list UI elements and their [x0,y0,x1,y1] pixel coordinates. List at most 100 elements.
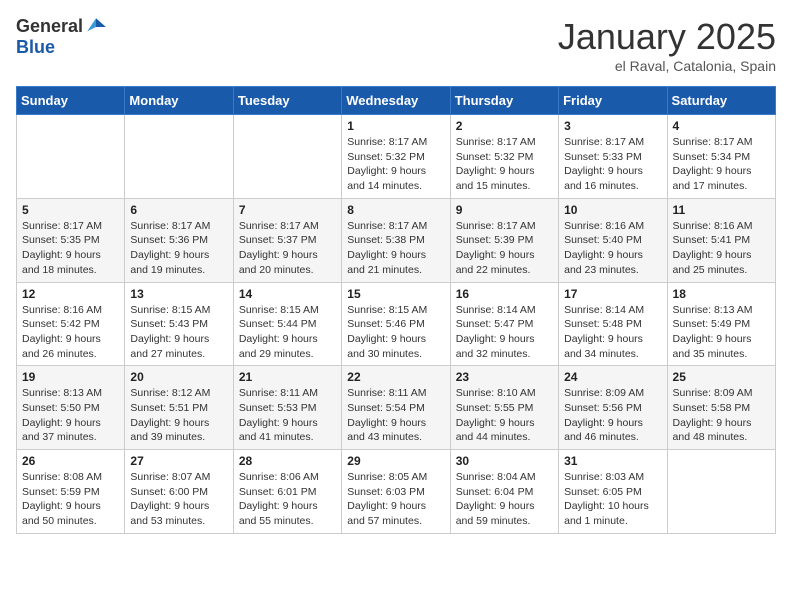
day-number: 24 [564,370,661,384]
day-cell: 20 Sunrise: 8:12 AM Sunset: 5:51 PM Dayli… [125,366,233,450]
day-cell: 19Sunrise: 8:13 AM Sunset: 5:50 PM Dayli… [17,366,125,450]
day-cell: 18 Sunrise: 8:13 AM Sunset: 5:49 PM Dayli… [667,282,775,366]
day-info: Sunrise: 8:16 AM Sunset: 5:42 PM Dayligh… [22,303,119,362]
weekday-header-monday: Monday [125,87,233,115]
day-cell: 8 Sunrise: 8:17 AM Sunset: 5:38 PM Daylig… [342,198,450,282]
day-cell: 1 Sunrise: 8:17 AM Sunset: 5:32 PM Daylig… [342,115,450,199]
weekday-header-saturday: Saturday [667,87,775,115]
day-info: Sunrise: 8:06 AM Sunset: 6:01 PM Dayligh… [239,470,336,529]
day-info: Sunrise: 8:10 AM Sunset: 5:55 PM Dayligh… [456,386,553,445]
day-number: 27 [130,454,227,468]
day-cell: 28Sunrise: 8:06 AM Sunset: 6:01 PM Dayli… [233,450,341,534]
day-cell: 10 Sunrise: 8:16 AM Sunset: 5:40 PM Dayli… [559,198,667,282]
day-cell: 30 Sunrise: 8:04 AM Sunset: 6:04 PM Dayli… [450,450,558,534]
day-number: 4 [673,119,770,133]
weekday-header-tuesday: Tuesday [233,87,341,115]
week-row-4: 19Sunrise: 8:13 AM Sunset: 5:50 PM Dayli… [17,366,776,450]
week-row-5: 26 Sunrise: 8:08 AM Sunset: 5:59 PM Dayli… [17,450,776,534]
day-cell [233,115,341,199]
day-cell: 25Sunrise: 8:09 AM Sunset: 5:58 PM Dayli… [667,366,775,450]
day-info: Sunrise: 8:03 AM Sunset: 6:05 PM Dayligh… [564,470,661,529]
day-cell: 5 Sunrise: 8:17 AM Sunset: 5:35 PM Daylig… [17,198,125,282]
logo: General Blue [16,16,107,58]
day-info: Sunrise: 8:05 AM Sunset: 6:03 PM Dayligh… [347,470,444,529]
day-info: Sunrise: 8:15 AM Sunset: 5:44 PM Dayligh… [239,303,336,362]
day-info: Sunrise: 8:17 AM Sunset: 5:34 PM Dayligh… [673,135,770,194]
day-number: 2 [456,119,553,133]
day-info: Sunrise: 8:17 AM Sunset: 5:32 PM Dayligh… [347,135,444,194]
day-info: Sunrise: 8:08 AM Sunset: 5:59 PM Dayligh… [22,470,119,529]
day-cell: 31Sunrise: 8:03 AM Sunset: 6:05 PM Dayli… [559,450,667,534]
day-cell [667,450,775,534]
day-info: Sunrise: 8:15 AM Sunset: 5:46 PM Dayligh… [347,303,444,362]
day-number: 21 [239,370,336,384]
calendar-title: January 2025 [558,16,776,58]
day-cell: 7Sunrise: 8:17 AM Sunset: 5:37 PM Daylig… [233,198,341,282]
logo-icon [85,16,107,38]
day-number: 12 [22,287,119,301]
day-info: Sunrise: 8:17 AM Sunset: 5:38 PM Dayligh… [347,219,444,278]
day-number: 9 [456,203,553,217]
day-info: Sunrise: 8:15 AM Sunset: 5:43 PM Dayligh… [130,303,227,362]
day-number: 5 [22,203,119,217]
day-number: 6 [130,203,227,217]
day-cell: 23 Sunrise: 8:10 AM Sunset: 5:55 PM Dayli… [450,366,558,450]
day-cell: 27 Sunrise: 8:07 AM Sunset: 6:00 PM Dayli… [125,450,233,534]
day-cell: 14 Sunrise: 8:15 AM Sunset: 5:44 PM Dayli… [233,282,341,366]
page-header: General Blue January 2025 el Raval, Cata… [16,16,776,74]
day-number: 10 [564,203,661,217]
day-cell [125,115,233,199]
day-number: 15 [347,287,444,301]
day-info: Sunrise: 8:04 AM Sunset: 6:04 PM Dayligh… [456,470,553,529]
day-info: Sunrise: 8:12 AM Sunset: 5:51 PM Dayligh… [130,386,227,445]
day-info: Sunrise: 8:17 AM Sunset: 5:33 PM Dayligh… [564,135,661,194]
day-number: 14 [239,287,336,301]
calendar-table: SundayMondayTuesdayWednesdayThursdayFrid… [16,86,776,534]
day-cell: 13Sunrise: 8:15 AM Sunset: 5:43 PM Dayli… [125,282,233,366]
logo-blue-text: Blue [16,38,107,58]
logo-general-text: General [16,17,83,37]
day-info: Sunrise: 8:17 AM Sunset: 5:39 PM Dayligh… [456,219,553,278]
day-cell: 17Sunrise: 8:14 AM Sunset: 5:48 PM Dayli… [559,282,667,366]
day-info: Sunrise: 8:11 AM Sunset: 5:54 PM Dayligh… [347,386,444,445]
weekday-header-sunday: Sunday [17,87,125,115]
day-info: Sunrise: 8:17 AM Sunset: 5:37 PM Dayligh… [239,219,336,278]
day-info: Sunrise: 8:17 AM Sunset: 5:32 PM Dayligh… [456,135,553,194]
day-info: Sunrise: 8:07 AM Sunset: 6:00 PM Dayligh… [130,470,227,529]
weekday-header-friday: Friday [559,87,667,115]
day-number: 1 [347,119,444,133]
day-number: 22 [347,370,444,384]
day-cell: 16 Sunrise: 8:14 AM Sunset: 5:47 PM Dayli… [450,282,558,366]
day-info: Sunrise: 8:17 AM Sunset: 5:35 PM Dayligh… [22,219,119,278]
day-number: 18 [673,287,770,301]
weekday-header-row: SundayMondayTuesdayWednesdayThursdayFrid… [17,87,776,115]
day-number: 8 [347,203,444,217]
day-number: 3 [564,119,661,133]
day-cell: 22 Sunrise: 8:11 AM Sunset: 5:54 PM Dayli… [342,366,450,450]
day-number: 26 [22,454,119,468]
calendar-body: 1 Sunrise: 8:17 AM Sunset: 5:32 PM Daylig… [17,115,776,534]
day-cell: 15 Sunrise: 8:15 AM Sunset: 5:46 PM Dayli… [342,282,450,366]
day-info: Sunrise: 8:13 AM Sunset: 5:49 PM Dayligh… [673,303,770,362]
day-number: 30 [456,454,553,468]
day-cell: 12 Sunrise: 8:16 AM Sunset: 5:42 PM Dayli… [17,282,125,366]
day-number: 23 [456,370,553,384]
day-cell: 6 Sunrise: 8:17 AM Sunset: 5:36 PM Daylig… [125,198,233,282]
week-row-3: 12 Sunrise: 8:16 AM Sunset: 5:42 PM Dayli… [17,282,776,366]
day-number: 20 [130,370,227,384]
week-row-2: 5 Sunrise: 8:17 AM Sunset: 5:35 PM Daylig… [17,198,776,282]
week-row-1: 1 Sunrise: 8:17 AM Sunset: 5:32 PM Daylig… [17,115,776,199]
day-number: 16 [456,287,553,301]
calendar-location: el Raval, Catalonia, Spain [558,58,776,74]
day-cell: 24Sunrise: 8:09 AM Sunset: 5:56 PM Dayli… [559,366,667,450]
day-cell: 2 Sunrise: 8:17 AM Sunset: 5:32 PM Daylig… [450,115,558,199]
day-cell: 29Sunrise: 8:05 AM Sunset: 6:03 PM Dayli… [342,450,450,534]
day-cell: 9 Sunrise: 8:17 AM Sunset: 5:39 PM Daylig… [450,198,558,282]
title-block: January 2025 el Raval, Catalonia, Spain [558,16,776,74]
weekday-header-wednesday: Wednesday [342,87,450,115]
day-info: Sunrise: 8:16 AM Sunset: 5:40 PM Dayligh… [564,219,661,278]
day-info: Sunrise: 8:11 AM Sunset: 5:53 PM Dayligh… [239,386,336,445]
day-info: Sunrise: 8:14 AM Sunset: 5:47 PM Dayligh… [456,303,553,362]
day-number: 17 [564,287,661,301]
day-info: Sunrise: 8:17 AM Sunset: 5:36 PM Dayligh… [130,219,227,278]
